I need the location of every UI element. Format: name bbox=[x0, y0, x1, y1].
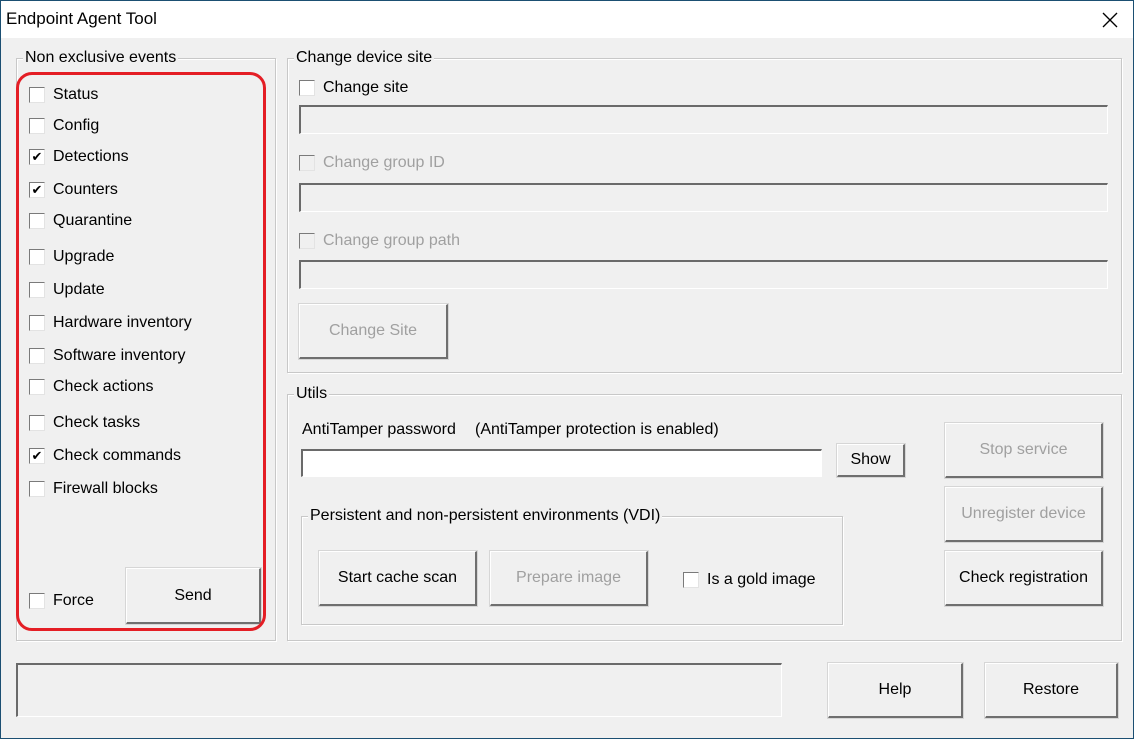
help-button[interactable]: Help bbox=[827, 662, 964, 719]
gold-image-checkbox[interactable] bbox=[683, 572, 699, 588]
event-checkbox-row[interactable]: Quarantine bbox=[29, 211, 132, 231]
checkmark-icon: ✔ bbox=[31, 182, 43, 197]
event-checkbox[interactable] bbox=[29, 87, 45, 103]
event-label: Config bbox=[53, 117, 100, 134]
event-label: Check tasks bbox=[53, 414, 141, 431]
event-checkbox[interactable] bbox=[29, 481, 45, 497]
event-checkbox-row[interactable]: ✔ Check commands bbox=[29, 446, 181, 466]
event-checkbox[interactable]: ✔ bbox=[29, 182, 45, 198]
status-bar-field bbox=[16, 663, 782, 717]
event-label: Detections bbox=[53, 148, 129, 165]
event-checkbox[interactable] bbox=[29, 415, 45, 431]
event-checkbox[interactable] bbox=[29, 379, 45, 395]
event-checkbox[interactable] bbox=[29, 315, 45, 331]
event-label: Firewall blocks bbox=[53, 480, 158, 497]
antitamper-password-input[interactable] bbox=[301, 449, 822, 477]
change-device-site-legend: Change device site bbox=[294, 48, 435, 68]
event-label: Counters bbox=[53, 181, 118, 198]
antitamper-password-label: AntiTamper password bbox=[302, 421, 456, 438]
prepare-image-button[interactable]: Prepare image bbox=[489, 550, 649, 607]
event-checkbox-row[interactable]: Upgrade bbox=[29, 247, 114, 267]
non-exclusive-events-legend: Non exclusive events bbox=[23, 48, 179, 68]
force-checkbox-row[interactable]: Force bbox=[29, 591, 94, 611]
event-label: Check actions bbox=[53, 378, 154, 395]
change-group-id-input[interactable] bbox=[299, 183, 1108, 212]
title-bar: Endpoint Agent Tool bbox=[1, 1, 1133, 38]
event-checkbox[interactable] bbox=[29, 118, 45, 134]
event-label: Software inventory bbox=[53, 347, 186, 364]
event-label: Quarantine bbox=[53, 212, 133, 229]
event-checkbox-row[interactable]: Hardware inventory bbox=[29, 313, 192, 333]
send-button[interactable]: Send bbox=[125, 567, 262, 625]
change-group-id-checkbox-row[interactable]: Change group ID bbox=[299, 153, 445, 173]
event-checkbox-row[interactable]: ✔ Counters bbox=[29, 180, 118, 200]
change-group-path-label: Change group path bbox=[323, 232, 460, 249]
gold-image-checkbox-row[interactable]: Is a gold image bbox=[683, 570, 816, 590]
event-checkbox-row[interactable]: Firewall blocks bbox=[29, 479, 158, 499]
event-checkbox[interactable] bbox=[29, 213, 45, 229]
checkmark-icon: ✔ bbox=[31, 448, 43, 463]
restore-button[interactable]: Restore bbox=[984, 662, 1119, 719]
change-site-checkbox-row[interactable]: Change site bbox=[299, 78, 408, 98]
event-label: Update bbox=[53, 281, 105, 298]
event-checkbox-row[interactable]: Software inventory bbox=[29, 346, 186, 366]
gold-image-label: Is a gold image bbox=[707, 571, 816, 588]
event-checkbox[interactable] bbox=[29, 348, 45, 364]
force-checkbox[interactable] bbox=[29, 593, 45, 609]
close-button[interactable] bbox=[1087, 1, 1133, 38]
close-x-icon bbox=[1102, 12, 1118, 27]
event-checkbox[interactable] bbox=[29, 249, 45, 265]
start-cache-scan-button[interactable]: Start cache scan bbox=[318, 550, 478, 607]
change-group-path-checkbox-row[interactable]: Change group path bbox=[299, 231, 460, 251]
event-checkbox[interactable]: ✔ bbox=[29, 149, 45, 165]
checkmark-icon: ✔ bbox=[31, 149, 43, 164]
event-label: Hardware inventory bbox=[53, 314, 192, 331]
window-title: Endpoint Agent Tool bbox=[6, 9, 157, 28]
change-site-checkbox[interactable] bbox=[299, 80, 315, 96]
change-group-id-label: Change group ID bbox=[323, 154, 445, 171]
event-checkbox-row[interactable]: ✔ Detections bbox=[29, 147, 129, 167]
change-group-path-input[interactable] bbox=[299, 260, 1108, 289]
stop-service-button[interactable]: Stop service bbox=[944, 422, 1104, 479]
utils-legend: Utils bbox=[294, 384, 330, 404]
antitamper-status-text: (AntiTamper protection is enabled) bbox=[475, 421, 719, 438]
unregister-device-button[interactable]: Unregister device bbox=[944, 486, 1104, 543]
event-label: Upgrade bbox=[53, 248, 115, 265]
event-checkbox-row[interactable]: Status bbox=[29, 85, 98, 105]
change-site-label: Change site bbox=[323, 79, 409, 96]
event-checkbox[interactable]: ✔ bbox=[29, 448, 45, 464]
force-label: Force bbox=[53, 592, 94, 609]
change-group-id-checkbox[interactable] bbox=[299, 155, 315, 171]
event-label: Check commands bbox=[53, 447, 182, 464]
change-site-button[interactable]: Change Site bbox=[298, 303, 449, 360]
event-checkbox-row[interactable]: Config bbox=[29, 116, 99, 136]
event-checkbox-row[interactable]: Update bbox=[29, 280, 105, 300]
event-checkbox-row[interactable]: Check actions bbox=[29, 377, 154, 397]
change-group-path-checkbox[interactable] bbox=[299, 233, 315, 249]
event-checkbox-row[interactable]: Check tasks bbox=[29, 413, 140, 433]
check-registration-button[interactable]: Check registration bbox=[944, 550, 1104, 607]
change-site-input[interactable] bbox=[299, 105, 1108, 134]
show-password-button[interactable]: Show bbox=[836, 443, 906, 478]
vdi-legend: Persistent and non-persistent environmen… bbox=[308, 506, 663, 526]
endpoint-agent-tool-window: Endpoint Agent Tool Non exclusive events… bbox=[0, 0, 1134, 739]
event-checkbox[interactable] bbox=[29, 282, 45, 298]
event-label: Status bbox=[53, 86, 99, 103]
